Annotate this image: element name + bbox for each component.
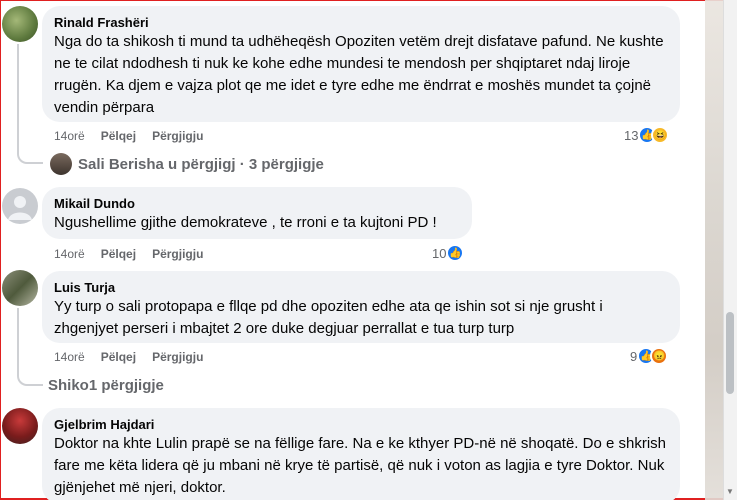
comment-author[interactable]: Mikail Dundo: [54, 195, 460, 212]
comment-text: Nga do ta shikosh ti mund ta udhëheqësh …: [54, 33, 664, 116]
thread-connector: [17, 364, 43, 386]
comment-actions: 14orë Pëlqej Përgjigju: [54, 247, 203, 261]
comment-text: Ngushellime gjithe demokrateve , te rron…: [54, 214, 437, 231]
thread-line: [17, 44, 19, 154]
avatar[interactable]: [2, 188, 38, 224]
haha-reaction-icon: 😆: [651, 126, 670, 144]
comment-bubble: Luis Turja Yy turp o sali protopapa e fl…: [42, 271, 680, 343]
like-button[interactable]: Pëlqej: [101, 129, 136, 143]
default-profile-icon: [8, 196, 32, 220]
comment-actions: 14orë Pëlqej Përgjigju: [54, 350, 203, 364]
reactions-summary[interactable]: 9 👍 😠: [630, 347, 669, 365]
view-replies-link[interactable]: Sali Berisha u përgjigj · 3 përgjigje: [50, 153, 324, 175]
comment-actions: 14orë Pëlqej Përgjigju: [54, 129, 203, 143]
background-photo-strip: [705, 0, 723, 500]
reactions-summary[interactable]: 10 👍: [432, 244, 465, 262]
replies-summary[interactable]: Shiko1 përgjigje: [48, 377, 164, 394]
comment-time[interactable]: 14orë: [54, 350, 85, 364]
comment-author[interactable]: Luis Turja: [54, 279, 668, 296]
thread-connector: [17, 140, 43, 164]
replies-summary[interactable]: Sali Berisha u përgjigj · 3 përgjigje: [78, 156, 324, 173]
comment-text: Yy turp o sali protopapa e fllqe pd dhe …: [54, 298, 603, 337]
view-replies-link[interactable]: Shiko1 përgjigje: [48, 377, 164, 394]
reply-button[interactable]: Përgjigju: [152, 350, 203, 364]
reply-button[interactable]: Përgjigju: [152, 129, 203, 143]
comment-author[interactable]: Rinald Frashëri: [54, 14, 668, 31]
comment-bubble: Rinald Frashëri Nga do ta shikosh ti mun…: [42, 6, 680, 122]
avatar[interactable]: [2, 6, 38, 42]
avatar[interactable]: [2, 408, 38, 444]
comment-text: Doktor na khte Lulin prapë se na fëllige…: [54, 435, 667, 496]
reply-button[interactable]: Përgjigju: [152, 247, 203, 261]
reactions-summary[interactable]: 13 👍 😆: [624, 126, 670, 144]
like-button[interactable]: Pëlqej: [101, 350, 136, 364]
reaction-count: 9: [630, 348, 638, 364]
comment-author[interactable]: Gjelbrim Hajdari: [54, 416, 668, 433]
avatar[interactable]: [2, 270, 38, 306]
comment-bubble: Mikail Dundo Ngushellime gjithe demokrat…: [42, 187, 472, 239]
scrollbar-track[interactable]: ▼: [723, 0, 737, 500]
reply-avatar: [50, 153, 72, 175]
comment-time[interactable]: 14orë: [54, 129, 85, 143]
angry-reaction-icon: 😠: [650, 347, 669, 365]
scroll-down-arrow-icon[interactable]: ▼: [726, 488, 734, 496]
comment-bubble: Gjelbrim Hajdari Doktor na khte Lulin pr…: [42, 408, 680, 500]
reaction-count: 13: [624, 127, 639, 143]
reaction-count: 10: [432, 245, 447, 261]
like-button[interactable]: Pëlqej: [101, 247, 136, 261]
comment-time[interactable]: 14orë: [54, 247, 85, 261]
like-reaction-icon: 👍: [446, 244, 465, 262]
scrollbar-thumb[interactable]: [726, 312, 734, 394]
